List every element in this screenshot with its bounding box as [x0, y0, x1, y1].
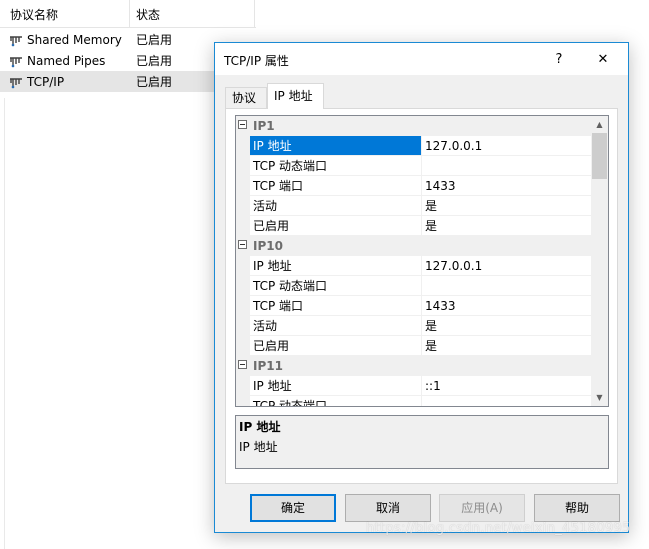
ok-button[interactable]: 确定 [250, 494, 336, 522]
collapse-icon[interactable] [238, 120, 247, 129]
property-name: IP 地址 [250, 256, 422, 275]
protocol-icon [10, 35, 22, 46]
description-text: IP 地址 [239, 440, 278, 454]
grid-property-row[interactable]: TCP 动态端口 [236, 396, 593, 406]
dialog-buttons: 确定 取消 应用(A) 帮助 [215, 494, 628, 524]
grid-row-margin [236, 336, 250, 355]
tcpip-properties-dialog: TCP/IP 属性 ? ✕ 协议 IP 地址 IP1 IP 地址 127.0.0.1… [214, 42, 629, 533]
property-value[interactable] [422, 276, 593, 295]
property-value[interactable]: 是 [422, 336, 593, 355]
grid-row-margin [236, 276, 250, 295]
property-name: TCP 动态端口 [250, 396, 422, 406]
grid-property-row[interactable]: IP 地址 127.0.0.1 [236, 136, 593, 156]
category-name: IP1 [253, 119, 275, 133]
property-name: TCP 动态端口 [250, 276, 422, 295]
property-value[interactable]: ::1 [422, 376, 593, 395]
property-value[interactable]: 127.0.0.1 [422, 256, 593, 275]
scroll-thumb[interactable] [592, 133, 607, 179]
property-name: 活动 [250, 316, 422, 335]
description-pane: IP 地址 IP 地址 [235, 415, 609, 469]
property-value[interactable] [422, 396, 593, 406]
protocol-status: 已启用 [136, 33, 173, 47]
protocol-row-tcp-ip[interactable]: TCP/IP 已启用 [0, 71, 216, 92]
category-name: IP10 [253, 239, 283, 253]
grid-row-margin [236, 256, 250, 275]
grid-row-margin [236, 156, 250, 175]
cancel-button[interactable]: 取消 [345, 494, 431, 522]
apply-button[interactable]: 应用(A) [439, 494, 525, 522]
collapse-icon[interactable] [238, 240, 247, 249]
grid-property-row[interactable]: 已启用是 [236, 216, 593, 236]
tab-ip-addresses[interactable]: IP 地址 [267, 83, 324, 109]
grid-property-row[interactable]: TCP 端口 1433 [236, 296, 593, 316]
grid-property-row[interactable]: IP 地址::1 [236, 376, 593, 396]
scroll-down-icon[interactable]: ▼ [591, 389, 608, 406]
protocol-name: Named Pipes [27, 53, 106, 68]
category-value [422, 116, 593, 135]
grid-row-margin [236, 136, 250, 155]
grid-category-row[interactable]: IP11 [236, 356, 593, 376]
protocol-status: 已启用 [136, 75, 173, 89]
property-value[interactable] [422, 156, 593, 175]
grid-property-row[interactable]: TCP 动态端口 [236, 156, 593, 176]
column-header-status[interactable]: 状态 [130, 0, 255, 28]
grid-row-margin [236, 176, 250, 195]
dialog-title: TCP/IP 属性 [224, 54, 289, 68]
description-title: IP 地址 [239, 420, 281, 434]
grid-row-margin [236, 316, 250, 335]
grid-property-row[interactable]: 活动是 [236, 316, 593, 336]
property-value[interactable]: 127.0.0.1 [422, 136, 593, 155]
title-bar[interactable]: TCP/IP 属性 ? ✕ [215, 43, 628, 75]
grid-row-margin [236, 196, 250, 215]
property-value[interactable]: 是 [422, 316, 593, 335]
vertical-scrollbar[interactable]: ▲ ▼ [591, 116, 608, 406]
grid-row-margin [236, 396, 250, 406]
protocol-name: TCP/IP [27, 74, 65, 89]
scroll-up-icon[interactable]: ▲ [591, 116, 608, 133]
property-name: TCP 端口 [250, 296, 422, 315]
property-name: TCP 动态端口 [250, 156, 422, 175]
grid-property-row[interactable]: TCP 端口 1433 [236, 176, 593, 196]
grid-property-row[interactable]: 已启用是 [236, 336, 593, 356]
grid-row-margin [236, 216, 250, 235]
close-icon[interactable]: ✕ [581, 43, 625, 75]
tab-protocol[interactable]: 协议 [225, 87, 267, 109]
help-button[interactable]: 帮助 [534, 494, 620, 522]
property-value[interactable]: 1433 [422, 296, 593, 315]
grid-row-margin [236, 376, 250, 395]
property-name: TCP 端口 [250, 176, 422, 195]
property-name: 已启用 [250, 216, 422, 235]
grid-category-row[interactable]: IP10 [236, 236, 593, 256]
grid-property-row[interactable]: 活动是 [236, 196, 593, 216]
category-value [422, 356, 593, 375]
list-divider [4, 98, 5, 549]
property-value[interactable]: 1433 [422, 176, 593, 195]
grid-row-margin [236, 296, 250, 315]
property-value[interactable]: 是 [422, 196, 593, 215]
protocol-icon [10, 56, 22, 67]
grid-category-row[interactable]: IP1 [236, 116, 593, 136]
collapse-icon[interactable] [238, 360, 247, 369]
protocol-list-header: 协议名称 状态 [0, 0, 256, 28]
category-name: IP11 [253, 359, 283, 373]
protocol-name: Shared Memory [27, 32, 122, 47]
property-name: 已启用 [250, 336, 422, 355]
property-name: IP 地址 [250, 136, 422, 155]
protocol-status: 已启用 [136, 54, 173, 68]
protocol-icon [10, 77, 22, 88]
grid-property-row[interactable]: TCP 动态端口 [236, 276, 593, 296]
ip-addresses-panel: IP1 IP 地址 127.0.0.1 TCP 动态端口 TCP 端口 1433 活动是已启… [225, 108, 618, 484]
help-icon[interactable]: ? [537, 43, 581, 75]
property-grid: IP1 IP 地址 127.0.0.1 TCP 动态端口 TCP 端口 1433 活动是已启… [235, 115, 609, 407]
property-grid-rows: IP1 IP 地址 127.0.0.1 TCP 动态端口 TCP 端口 1433 活动是已启… [236, 116, 593, 406]
column-header-protocol-name[interactable]: 协议名称 [0, 0, 130, 28]
property-value[interactable]: 是 [422, 216, 593, 235]
grid-property-row[interactable]: IP 地址 127.0.0.1 [236, 256, 593, 276]
category-value [422, 236, 593, 255]
property-name: 活动 [250, 196, 422, 215]
property-name: IP 地址 [250, 376, 422, 395]
watermark: https://blog.csdn.net/weixin_45180995 [366, 521, 631, 536]
